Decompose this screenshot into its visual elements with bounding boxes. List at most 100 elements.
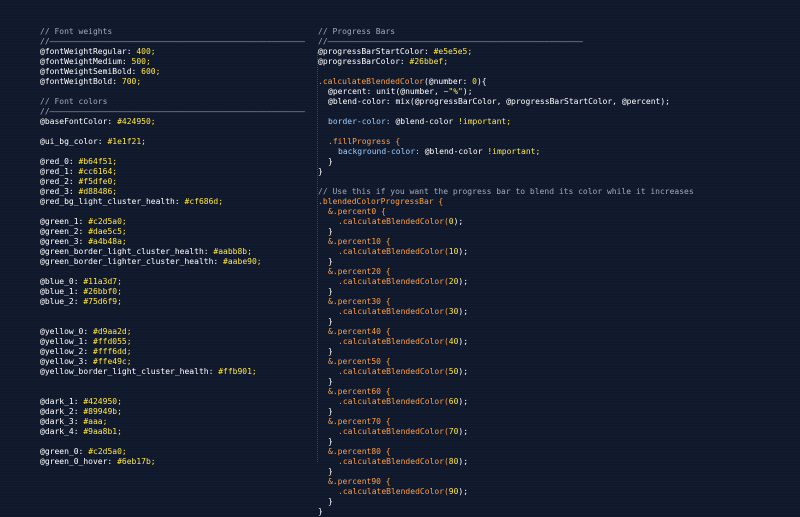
variable-value: #75d6f9; [83, 297, 122, 306]
variable-name: @green_0_hover: [40, 457, 113, 466]
variable-declaration: @green_0_hover: #6eb17b; [40, 457, 300, 467]
variable-value: #ffe49c; [93, 357, 132, 366]
mixin-name: .calculateBlendedColor( [338, 337, 449, 346]
variable-declaration: @green_border_light_cluster_health: #aab… [40, 247, 300, 257]
variable-name: @green_border_lighter_cluster_health: [40, 257, 219, 266]
variable-name: @red_3: [40, 187, 74, 196]
css-property: background-color: [338, 147, 420, 156]
closing-brace: } [318, 167, 323, 176]
punctuation: ); [458, 277, 469, 286]
variable-name: @red_1: [40, 167, 74, 176]
variable-declaration: @dark_1: #424950; [40, 397, 300, 407]
punctuation: ); [458, 457, 469, 466]
mixin-call: .calculateBlendedColor(70); [318, 427, 798, 437]
variable-declaration: @green_border_lighter_cluster_health: #a… [40, 257, 300, 267]
variable-name: @blend-color: [328, 97, 391, 106]
closing-brace: } [328, 467, 333, 476]
variable-name: @yellow_border_light_cluster_health: [40, 367, 214, 376]
variable-name: @red_bg_light_cluster_health: [40, 197, 180, 206]
variable-name: @blue_0: [40, 277, 79, 286]
percent-selector: &.percent0 { [328, 207, 386, 216]
variable-name: @fontWeightMedium: [40, 57, 127, 66]
mixin-argument: 20 [448, 277, 459, 286]
mixin-params: (@number: [423, 77, 473, 86]
punctuation: ); [453, 217, 464, 226]
punctuation: ); [458, 337, 469, 346]
mixin-call: .calculateBlendedColor(40); [318, 337, 798, 347]
variable-value: #1e1f21; [107, 137, 146, 146]
variable-declaration: @green_2: #dae5c5; [40, 227, 300, 237]
mixin-argument: 70 [448, 427, 459, 436]
closing-brace: } [328, 227, 333, 236]
mixin-argument: 60 [448, 397, 459, 406]
variable-declaration: @fontWeightMedium: 500; [40, 57, 300, 67]
variable-value: #aaa; [83, 417, 108, 426]
variable-name: @fontWeightSemiBold: [40, 67, 137, 76]
mixin-name: .calculateBlendedColor( [338, 277, 449, 286]
variable-name: @yellow_0: [40, 327, 89, 336]
variable-declaration: @red_2: #f5dfe0; [40, 177, 300, 187]
mixin-argument: 10 [448, 247, 459, 256]
variable-value: #cf686d; [184, 197, 224, 206]
code-comment: // Font weights [40, 27, 113, 36]
mixin-argument: 90 [448, 487, 459, 496]
variable-declaration: @yellow_3: #ffe49c; [40, 357, 300, 367]
variable-name: @blue_1: [40, 287, 79, 296]
code-rule: //——————————————————————————————————————… [40, 37, 305, 46]
variable-value: #c2d5a0; [88, 217, 127, 226]
important-flag: !important; [458, 117, 512, 126]
closing-brace: } [328, 157, 333, 166]
important-flag: !important; [487, 147, 541, 156]
closing-brace: } [328, 497, 333, 506]
variable-declaration: @red_1: #cc6164; [40, 167, 300, 177]
percent-selector: &.percent70 { [328, 417, 391, 426]
punctuation: ); [458, 307, 469, 316]
variable-declaration: @baseFontColor: #424950; [40, 117, 300, 127]
mixin-call: .calculateBlendedColor(10); [318, 247, 798, 257]
closing-brace: } [328, 287, 333, 296]
variable-declaration: @yellow_2: #fff6dd; [40, 347, 300, 357]
right-code-column: // Progress Bars //—————————————————————… [318, 27, 798, 517]
code-line: @progressBarColor: #26bbef; [318, 57, 798, 67]
variable-value: 400; [136, 47, 156, 56]
variable-declaration: @fontWeightBold: 700; [40, 77, 300, 87]
string-literal: ~"%" [443, 87, 463, 96]
percent-selector: &.percent30 { [328, 297, 391, 306]
percent-selector: &.percent50 { [328, 357, 391, 366]
variable-value: #a4b48a; [88, 237, 127, 246]
variable-name: @dark_1: [40, 397, 79, 406]
code-rule: //——————————————————————————————————————… [318, 37, 583, 46]
variable-declaration: @yellow_border_light_cluster_health: #ff… [40, 367, 300, 377]
variable-value: 700; [121, 77, 142, 86]
function-call: mix(@progressBarColor, @progressBarStart… [390, 97, 670, 106]
closing-brace: } [328, 317, 333, 326]
variable-value: #dae5c5; [88, 227, 127, 236]
mixin-argument: 80 [448, 457, 459, 466]
variable-value: #ffd055; [93, 337, 132, 346]
code-rule: //——————————————————————————————————————… [40, 107, 305, 116]
variable-value: #cc6164; [78, 167, 118, 176]
mixin-call: .calculateBlendedColor(0); [318, 217, 798, 227]
percent-selector: &.percent80 { [328, 447, 391, 456]
variable-declaration: @green_0: #c2d5a0; [40, 447, 300, 457]
variable-value: #fff6dd; [93, 347, 132, 356]
percent-selector: &.percent90 { [328, 477, 391, 486]
variable-name: @dark_4: [40, 427, 79, 436]
variable-name: @yellow_3: [40, 357, 89, 366]
variable-value: #424950; [117, 117, 156, 126]
variable-name: @ui_bg_color: [40, 137, 103, 146]
percent-rules: &.percent0 {.calculateBlendedColor(0);} &… [318, 207, 798, 507]
mixin-name: .calculateBlendedColor( [338, 247, 449, 256]
percent-selector: &.percent40 { [328, 327, 391, 336]
variable-declaration: @yellow_1: #ffd055; [40, 337, 300, 347]
mixin-call: .calculateBlendedColor(20); [318, 277, 798, 287]
punctuation: ); [458, 367, 469, 376]
percent-selector: &.percent20 { [328, 267, 391, 276]
variable-declaration: @blue_2: #75d6f9; [40, 297, 300, 307]
